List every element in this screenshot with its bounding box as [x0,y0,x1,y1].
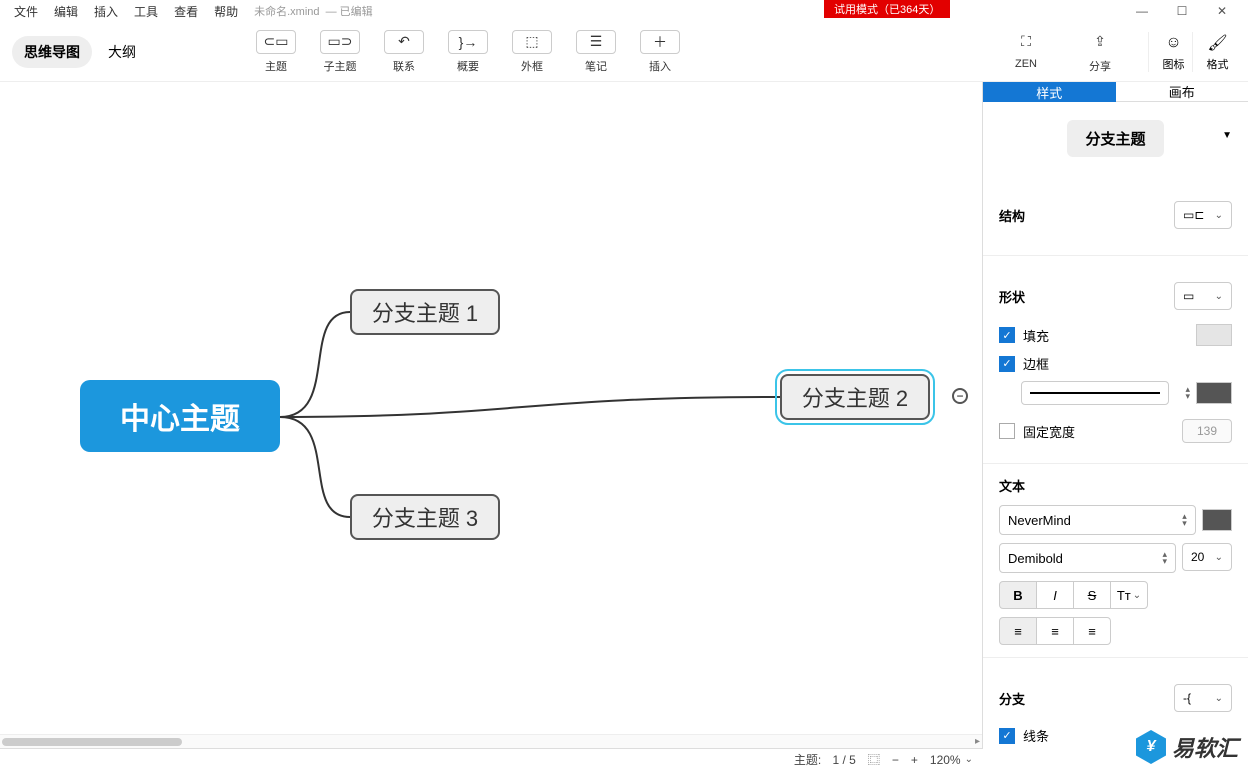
viewtab-outline[interactable]: 大纲 [96,36,148,68]
node-branch-1[interactable]: 分支主题 1 [350,289,500,335]
strikethrough-button[interactable]: S [1073,581,1111,609]
menu-view[interactable]: 查看 [166,1,206,22]
tool-subtopic[interactable]: ▭⊃子主题 [312,30,368,74]
font-size-select[interactable]: 20⌄ [1182,543,1232,571]
format-panel: 样式 画布 分支主题 ▼ 结构 ▭⊏⌄ 形状 ▭⌄ ✓ 填充 [983,82,1248,748]
window-minimize[interactable]: — [1122,0,1162,22]
panel-tab-style[interactable]: 样式 [983,82,1116,102]
border-color-swatch[interactable] [1196,382,1232,404]
hex-logo-icon: ¥ [1136,730,1166,764]
tool-summary[interactable]: }→概要 [440,30,496,74]
window-maximize[interactable]: ☐ [1162,0,1202,22]
collapse-handle[interactable]: − [952,388,968,404]
zoom-out[interactable]: − [892,753,899,767]
menu-tools[interactable]: 工具 [126,1,166,22]
label-fixedwidth: 固定宽度 [1023,422,1075,441]
subtopic-icon: ▭⊃ [320,30,360,54]
brush-icon: 🖌 [1207,32,1227,54]
mindmap-canvas[interactable]: 中心主题 分支主题 1 分支主题 2 − 分支主题 3 ▸ [0,82,983,748]
branch-style-select[interactable]: -{⌄ [1174,684,1232,712]
h-scrollbar[interactable]: ▸ [0,734,982,748]
label-shape: 形状 [999,287,1025,306]
topic-type-select[interactable]: 分支主题 [1067,120,1163,157]
checkbox-border[interactable]: ✓ [999,356,1015,372]
menu-insert[interactable]: 插入 [86,1,126,22]
summary-icon: }→ [448,30,488,54]
fill-color-swatch[interactable] [1196,324,1232,346]
tool-share[interactable]: ⇪分享 [1072,30,1128,74]
label-branch: 分支 [999,689,1025,708]
insert-icon: ＋ [640,30,680,54]
checkbox-fixedwidth[interactable] [999,423,1015,439]
watermark-logo: ¥ 易软汇 [1136,730,1238,764]
tool-boundary[interactable]: ⬚外框 [504,30,560,74]
font-weight-select[interactable]: Demibold▴▾ [999,543,1176,573]
label-border: 边框 [1023,354,1049,373]
menu-edit[interactable]: 编辑 [46,1,86,22]
align-center-button[interactable]: ≡ [1036,617,1074,645]
branch-icon: -{ [1183,691,1191,705]
fixedwidth-input[interactable] [1182,419,1232,443]
text-color-swatch[interactable] [1202,509,1232,531]
zen-icon: ⛶ [1006,30,1046,54]
italic-button[interactable]: I [1036,581,1074,609]
menubar: 文件 编辑 插入 工具 查看 帮助 未命名.xmind — 已编辑 — ☐ ✕ [0,0,1248,22]
boundary-icon: ⬚ [512,30,552,54]
trial-badge: 试用模式（已364天） [824,0,950,18]
topic-icon: ⊂▭ [256,30,296,54]
align-right-button[interactable]: ≡ [1073,617,1111,645]
toggle-format[interactable]: 🖌格式 [1192,32,1236,72]
window-close[interactable]: ✕ [1202,0,1242,22]
tool-zen[interactable]: ⛶ZEN [998,30,1054,74]
label-text: 文本 [999,476,1232,495]
menu-file[interactable]: 文件 [6,1,46,22]
bold-button[interactable]: B [999,581,1037,609]
status-topic: 主题: 1 / 5 [794,751,856,768]
label-line: 线条 [1023,726,1049,745]
tool-relation[interactable]: ↶联系 [376,30,432,74]
font-family-select[interactable]: NeverMind▴▾ [999,505,1196,535]
statusbar: 主题: 1 / 5 ⿴ − + 120% ⌄ [0,748,983,770]
menu-help[interactable]: 帮助 [206,1,246,22]
label-structure: 结构 [999,206,1025,225]
share-icon: ⇪ [1080,30,1120,54]
toolbar: 思维导图 大纲 ⊂▭主题 ▭⊃子主题 ↶联系 }→概要 ⬚外框 ☰笔记 ＋插入 … [0,22,1248,82]
map-outline-icon[interactable]: ⿴ [868,751,880,768]
label-fill: 填充 [1023,326,1049,345]
checkbox-line[interactable]: ✓ [999,728,1015,744]
filename: 未命名.xmind — 已编辑 [254,3,373,19]
structure-icon: ▭⊏ [1183,208,1204,222]
border-width-select[interactable] [1021,381,1169,405]
toggle-icons[interactable]: ☺图标 [1148,32,1192,72]
rounded-rect-icon: ▭ [1183,289,1194,303]
textcase-button[interactable]: Tᴛ⌄ [1110,581,1148,609]
relation-icon: ↶ [384,30,424,54]
checkbox-fill[interactable]: ✓ [999,327,1015,343]
stepper-icon[interactable]: ▴▾ [1185,386,1190,400]
zoom-value[interactable]: 120% ⌄ [930,753,973,767]
node-central[interactable]: 中心主题 [80,380,280,452]
note-icon: ☰ [576,30,616,54]
smiley-icon: ☺ [1165,32,1181,54]
tool-insert[interactable]: ＋插入 [632,30,688,74]
panel-tab-canvas[interactable]: 画布 [1116,82,1248,102]
chevron-down-icon: ▼ [1222,130,1232,141]
tool-note[interactable]: ☰笔记 [568,30,624,74]
tool-topic[interactable]: ⊂▭主题 [248,30,304,74]
align-left-button[interactable]: ≡ [999,617,1037,645]
node-branch-2[interactable]: 分支主题 2 [780,374,930,420]
viewtab-mindmap[interactable]: 思维导图 [12,36,92,68]
node-branch-3[interactable]: 分支主题 3 [350,494,500,540]
zoom-in[interactable]: + [911,753,918,767]
structure-select[interactable]: ▭⊏⌄ [1174,201,1232,229]
shape-select[interactable]: ▭⌄ [1174,282,1232,310]
